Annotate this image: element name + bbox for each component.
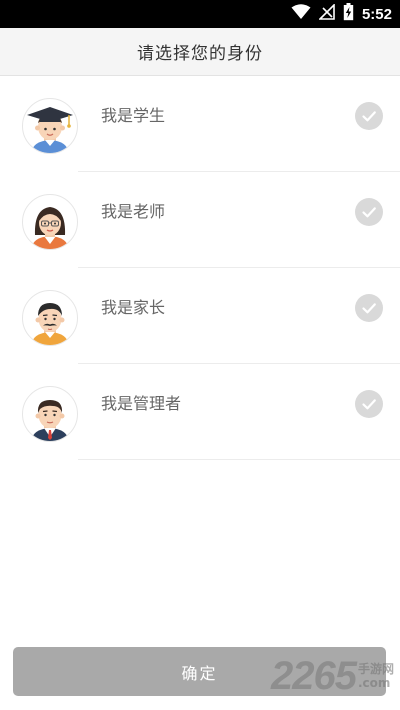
battery-charging-icon	[343, 3, 354, 25]
page-title: 请选择您的身份	[137, 44, 263, 64]
check-circle-icon[interactable]	[355, 102, 383, 130]
divider	[78, 459, 400, 460]
wifi-icon	[291, 4, 311, 24]
check-circle-icon[interactable]	[355, 198, 383, 226]
role-label: 我是管理者	[101, 394, 182, 413]
role-item-student[interactable]: 我是学生	[0, 76, 400, 172]
status-time: 5:52	[361, 5, 392, 23]
manager-avatar	[22, 386, 78, 442]
teacher-avatar	[22, 194, 78, 250]
check-circle-icon[interactable]	[355, 294, 383, 322]
check-circle-icon[interactable]	[355, 390, 383, 418]
role-label: 我是学生	[101, 106, 166, 125]
app-header: 请选择您的身份	[0, 28, 400, 76]
parent-avatar	[22, 290, 78, 346]
confirm-button[interactable]: 确定	[13, 647, 386, 696]
role-item-teacher[interactable]: 我是老师	[0, 172, 400, 268]
role-item-manager[interactable]: 我是管理者	[0, 364, 400, 460]
role-label: 我是老师	[101, 202, 166, 221]
role-list: 我是学生 我是老师 我是家长 我是管理者	[0, 76, 400, 460]
role-label: 我是家长	[101, 298, 166, 317]
status-bar: 5:52	[0, 0, 400, 28]
status-icons: 5:52	[291, 0, 392, 28]
confirm-button-label: 确定	[181, 663, 218, 683]
no-signal-icon	[318, 3, 335, 24]
student-avatar	[22, 98, 78, 154]
role-item-parent[interactable]: 我是家长	[0, 268, 400, 364]
